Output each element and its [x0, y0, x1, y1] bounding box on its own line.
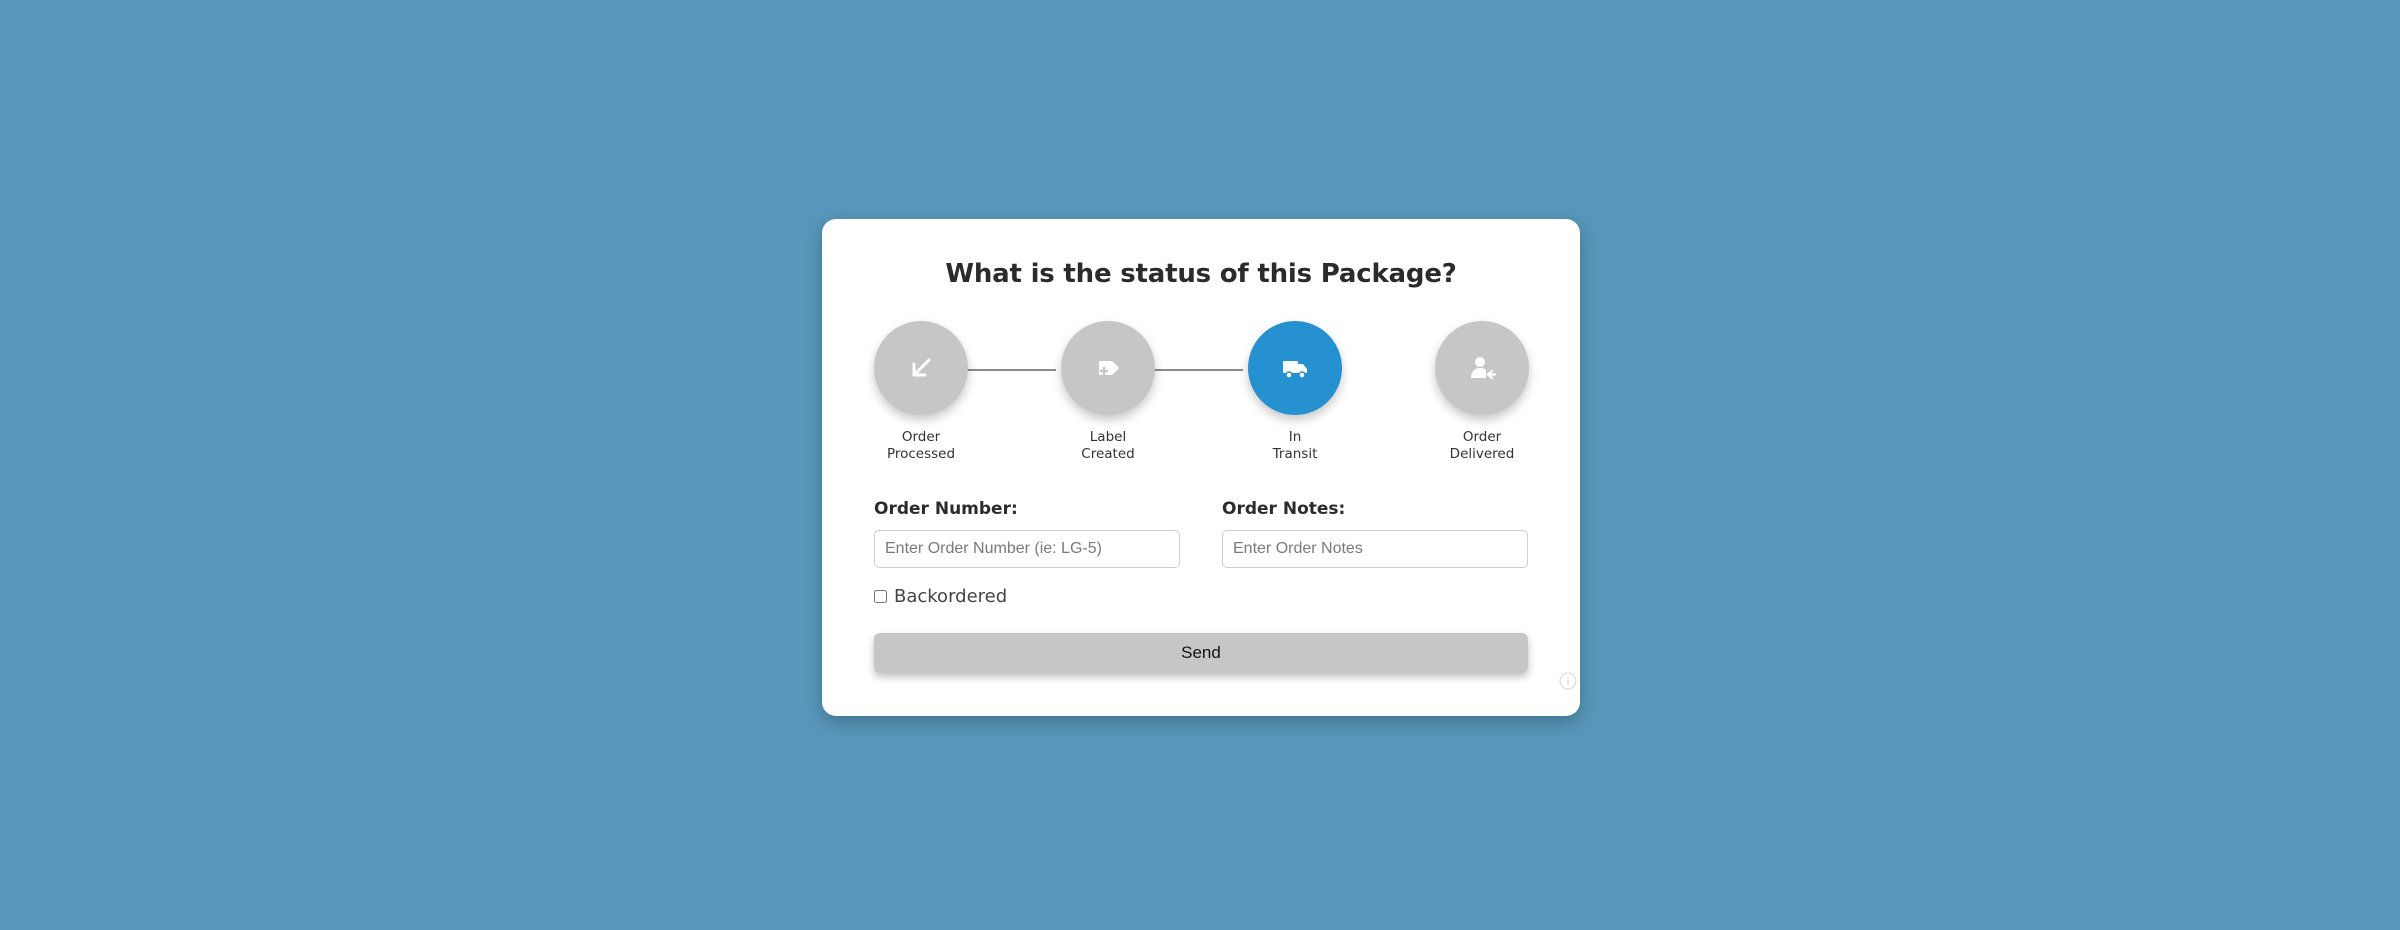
backordered-row: Backordered — [874, 586, 1007, 607]
package-status-card: What is the status of this Package? Orde… — [822, 219, 1580, 716]
step-connector — [1149, 369, 1243, 371]
step-in-transit[interactable] — [1248, 321, 1342, 415]
step-label-order-delivered: Order Delivered — [1449, 429, 1515, 462]
tag-plus-icon — [1099, 361, 1119, 375]
order-number-label: Order Number: — [874, 499, 1018, 519]
step-label-in-transit: In Transit — [1272, 429, 1318, 462]
arrow-down-left-icon — [912, 358, 931, 377]
step-order-delivered[interactable] — [1435, 321, 1529, 415]
send-button[interactable]: Send — [874, 633, 1528, 673]
info-icon[interactable] — [1559, 672, 1577, 690]
order-notes-label: Order Notes: — [1222, 499, 1346, 519]
backordered-label: Backordered — [894, 586, 1008, 607]
step-order-processed[interactable] — [874, 321, 968, 415]
step-label-label-created: Label Created — [1081, 429, 1135, 462]
order-number-input[interactable] — [874, 530, 1180, 568]
truck-icon — [1283, 361, 1307, 379]
user-arrow-icon — [1471, 357, 1497, 380]
step-label-created[interactable] — [1061, 321, 1155, 415]
backordered-checkbox[interactable] — [874, 590, 887, 603]
order-notes-input[interactable] — [1222, 530, 1528, 568]
form-title: What is the status of this Package? — [945, 259, 1457, 289]
step-label-order-processed: Order Processed — [886, 429, 956, 462]
step-connector — [962, 369, 1056, 371]
